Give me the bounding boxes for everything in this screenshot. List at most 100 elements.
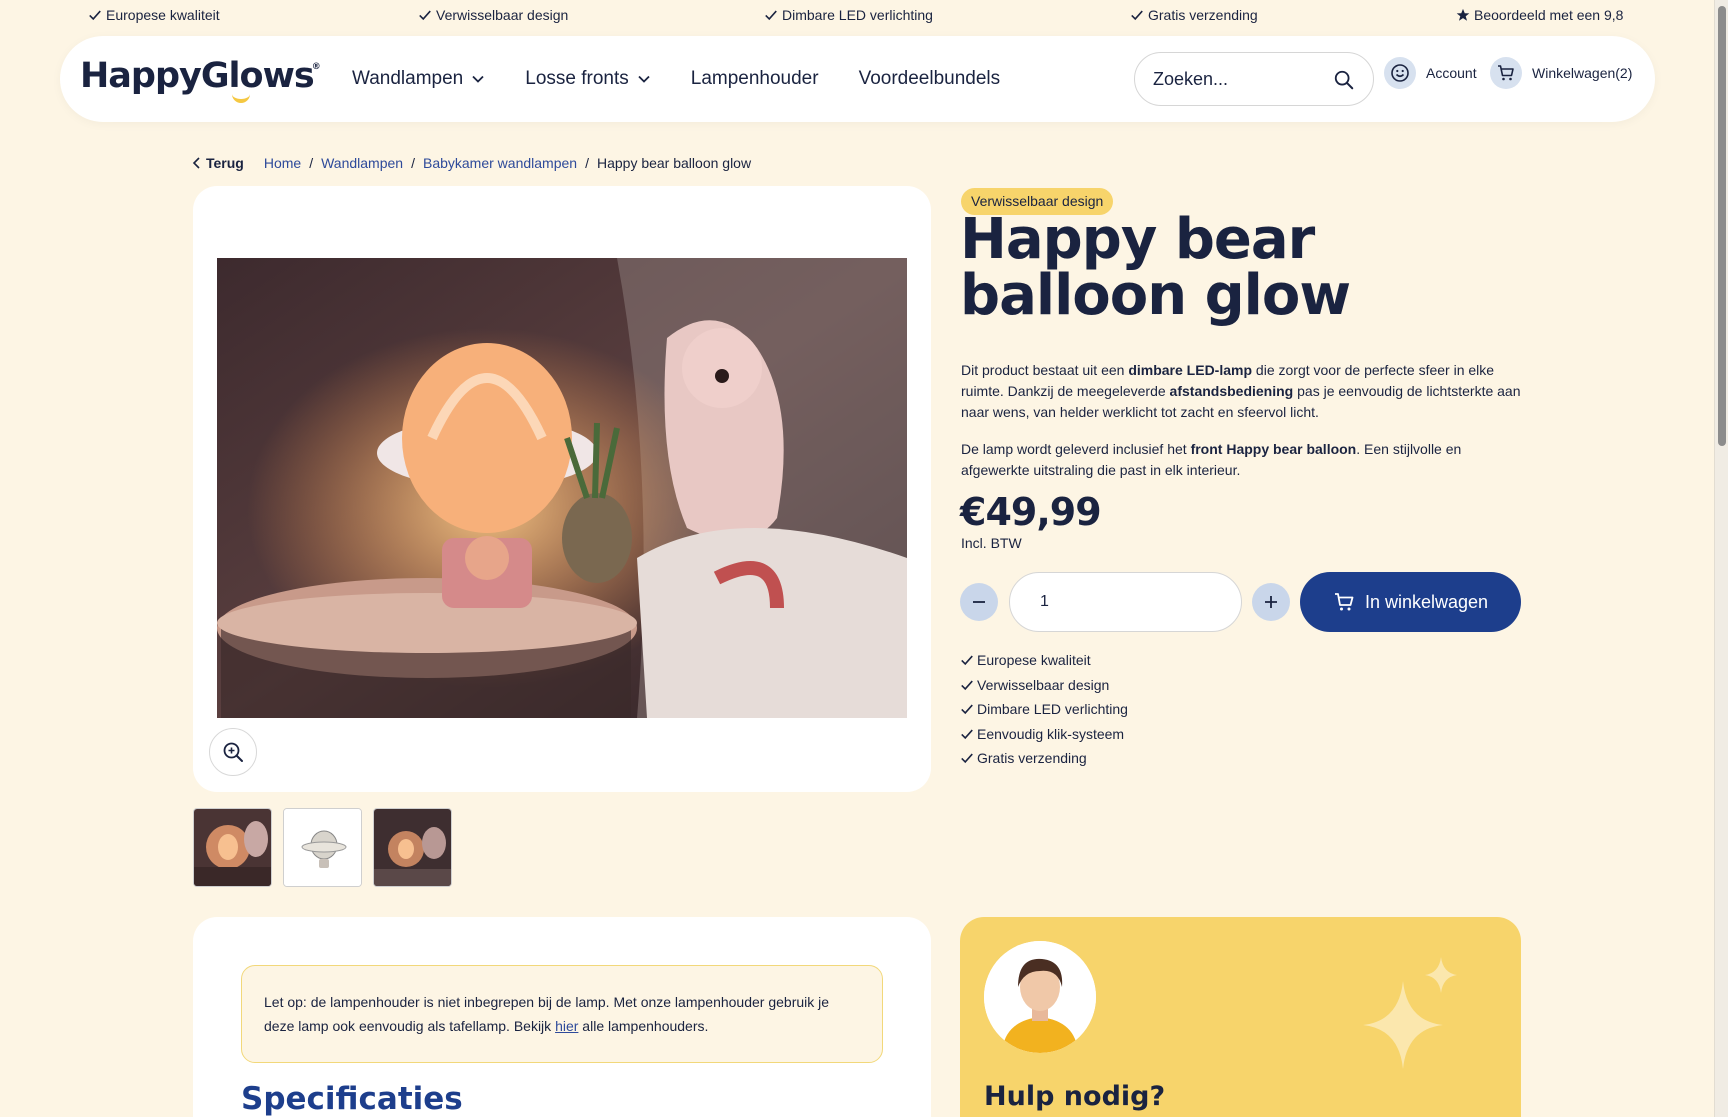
search-icon[interactable] bbox=[1333, 69, 1355, 91]
smiley-icon bbox=[1384, 57, 1416, 89]
breadcrumb-separator: / bbox=[585, 155, 589, 171]
back-label: Terug bbox=[206, 155, 244, 171]
notice-link[interactable]: hier bbox=[555, 1018, 578, 1034]
list-item: Gratis verzending bbox=[960, 746, 1128, 771]
add-to-cart-button[interactable]: In winkelwagen bbox=[1300, 572, 1521, 632]
nav-item-lampenhouder[interactable]: Lampenhouder bbox=[691, 68, 819, 90]
nav-label: Losse fronts bbox=[525, 68, 629, 89]
usp-label: Dimbare LED verlichting bbox=[977, 701, 1128, 717]
thumbnail-list bbox=[193, 808, 452, 887]
add-to-cart-label: In winkelwagen bbox=[1364, 591, 1489, 612]
desc-bold: afstandsbediening bbox=[1169, 383, 1294, 399]
specs-title: Specificaties bbox=[241, 1081, 463, 1117]
product-description-2: De lamp wordt geleverd inclusief het fro… bbox=[961, 439, 1531, 481]
check-icon bbox=[419, 10, 431, 21]
chevron-down-icon bbox=[638, 75, 650, 83]
notice-text: Let op: de lampenhouder is niet inbegrep… bbox=[264, 994, 830, 1034]
breadcrumb-separator: / bbox=[309, 155, 314, 171]
check-icon bbox=[89, 10, 101, 21]
quantity-input[interactable] bbox=[1009, 572, 1242, 632]
breadcrumb-babykamer[interactable]: Babykamer wandlampen bbox=[423, 155, 577, 171]
cart-icon bbox=[1334, 593, 1354, 611]
usp-label: Verwisselbaar design bbox=[977, 676, 1110, 693]
thumbnail-2[interactable] bbox=[283, 808, 362, 887]
main-nav: Wandlampen Losse fronts Lampenhouder Voo… bbox=[352, 36, 1000, 122]
chevron-down-icon bbox=[472, 75, 484, 83]
list-item: Dimbare LED verlichting bbox=[960, 697, 1128, 722]
sparkle-icon bbox=[1363, 957, 1457, 1069]
logo[interactable]: HappyGlows ® bbox=[80, 56, 321, 103]
logo-text: HappyGlows bbox=[80, 56, 315, 96]
check-icon bbox=[961, 729, 973, 739]
cart-icon bbox=[1490, 57, 1522, 89]
check-icon bbox=[765, 10, 777, 21]
notice-text: alle lampenhouders. bbox=[578, 1018, 709, 1034]
search-box bbox=[1134, 52, 1374, 106]
product-gallery bbox=[193, 186, 931, 792]
search-input[interactable] bbox=[1153, 65, 1323, 93]
desc-text: Dit product bestaat uit een bbox=[961, 362, 1129, 378]
cart-label: Winkelwagen(2) bbox=[1532, 65, 1633, 81]
thumbnail-3[interactable] bbox=[373, 808, 452, 887]
cart-link[interactable]: Winkelwagen(2) bbox=[1490, 57, 1632, 89]
list-item: Eenvoudig klik-systeem bbox=[960, 722, 1128, 747]
list-item: Verwisselbaar design bbox=[960, 673, 1128, 698]
scrollbar[interactable] bbox=[1714, 0, 1728, 1117]
usp-label: Verwisselbaar design bbox=[436, 7, 569, 23]
minus-icon bbox=[973, 601, 985, 603]
avatar bbox=[984, 941, 1096, 1053]
breadcrumb-home[interactable]: Home bbox=[264, 155, 301, 171]
nav-label: Voordeelbundels bbox=[858, 68, 1001, 89]
product-usp-list: Europese kwaliteit Verwisselbaar design … bbox=[960, 648, 1128, 771]
check-icon bbox=[961, 655, 973, 666]
logo-smile-icon bbox=[232, 94, 250, 103]
nav-label: Wandlampen bbox=[352, 68, 464, 89]
product-description: Dit product bestaat uit een dimbare LED-… bbox=[961, 360, 1531, 423]
star-icon bbox=[1456, 8, 1470, 21]
help-title: Hulp nodig? bbox=[984, 1081, 1166, 1112]
zoom-in-icon bbox=[223, 742, 243, 762]
chevron-left-icon bbox=[192, 157, 200, 169]
zoom-button[interactable] bbox=[209, 728, 257, 776]
usp-item-design: Verwisselbaar design bbox=[418, 7, 568, 23]
plus-icon bbox=[1265, 596, 1277, 608]
thumbnail-1[interactable] bbox=[193, 808, 272, 887]
site-header: HappyGlows ® Wandlampen Losse fronts Lam… bbox=[60, 36, 1655, 122]
specs-card: Let op: de lampenhouder is niet inbegrep… bbox=[193, 917, 931, 1117]
list-item: Europese kwaliteit bbox=[960, 648, 1128, 673]
breadcrumb-wandlampen[interactable]: Wandlampen bbox=[321, 155, 403, 171]
usp-label: Gratis verzending bbox=[1148, 7, 1258, 23]
usp-label: Eenvoudig klik-systeem bbox=[977, 725, 1125, 742]
usp-label: Gratis verzending bbox=[977, 750, 1087, 766]
help-card: Hulp nodig? bbox=[960, 917, 1521, 1117]
quantity-increase-button[interactable] bbox=[1252, 583, 1290, 621]
desc-bold: dimbare LED-lamp bbox=[1128, 362, 1253, 378]
quantity-decrease-button[interactable] bbox=[960, 583, 998, 621]
usp-item-led: Dimbare LED verlichting bbox=[764, 7, 933, 23]
back-link[interactable]: Terug bbox=[192, 155, 244, 171]
usp-label: Beoordeeld met een 9,8 bbox=[1474, 7, 1624, 23]
usp-label: Dimbare LED verlichting bbox=[782, 7, 933, 23]
lampholder-notice: Let op: de lampenhouder is niet inbegrep… bbox=[241, 965, 883, 1063]
check-icon bbox=[961, 753, 973, 764]
scrollbar-thumb[interactable] bbox=[1718, 6, 1726, 446]
check-icon bbox=[961, 704, 973, 715]
check-icon bbox=[1131, 10, 1143, 21]
nav-item-wandlampen[interactable]: Wandlampen bbox=[352, 68, 485, 90]
product-image[interactable] bbox=[217, 258, 907, 718]
desc-bold: front Happy bear balloon bbox=[1190, 441, 1357, 457]
breadcrumb: Terug Home / Wandlampen / Babykamer wand… bbox=[192, 155, 751, 171]
usp-item-shipping: Gratis verzending bbox=[1130, 7, 1258, 23]
price-note: Incl. BTW bbox=[961, 535, 1022, 551]
product-price: €49,99 bbox=[960, 490, 1102, 534]
account-link[interactable]: Account bbox=[1384, 57, 1477, 89]
usp-label: Europese kwaliteit bbox=[106, 7, 220, 23]
registered-icon: ® bbox=[311, 62, 321, 72]
usp-bar: Europese kwaliteit Verwisselbaar design … bbox=[0, 0, 1714, 32]
usp-label: Europese kwaliteit bbox=[977, 652, 1091, 668]
desc-text: De lamp wordt geleverd inclusief het bbox=[961, 441, 1191, 457]
nav-item-losse-fronts[interactable]: Losse fronts bbox=[525, 68, 651, 90]
account-label: Account bbox=[1426, 65, 1477, 81]
nav-item-voordeelbundels[interactable]: Voordeelbundels bbox=[859, 68, 1001, 90]
breadcrumb-current: Happy bear balloon glow bbox=[596, 155, 752, 171]
